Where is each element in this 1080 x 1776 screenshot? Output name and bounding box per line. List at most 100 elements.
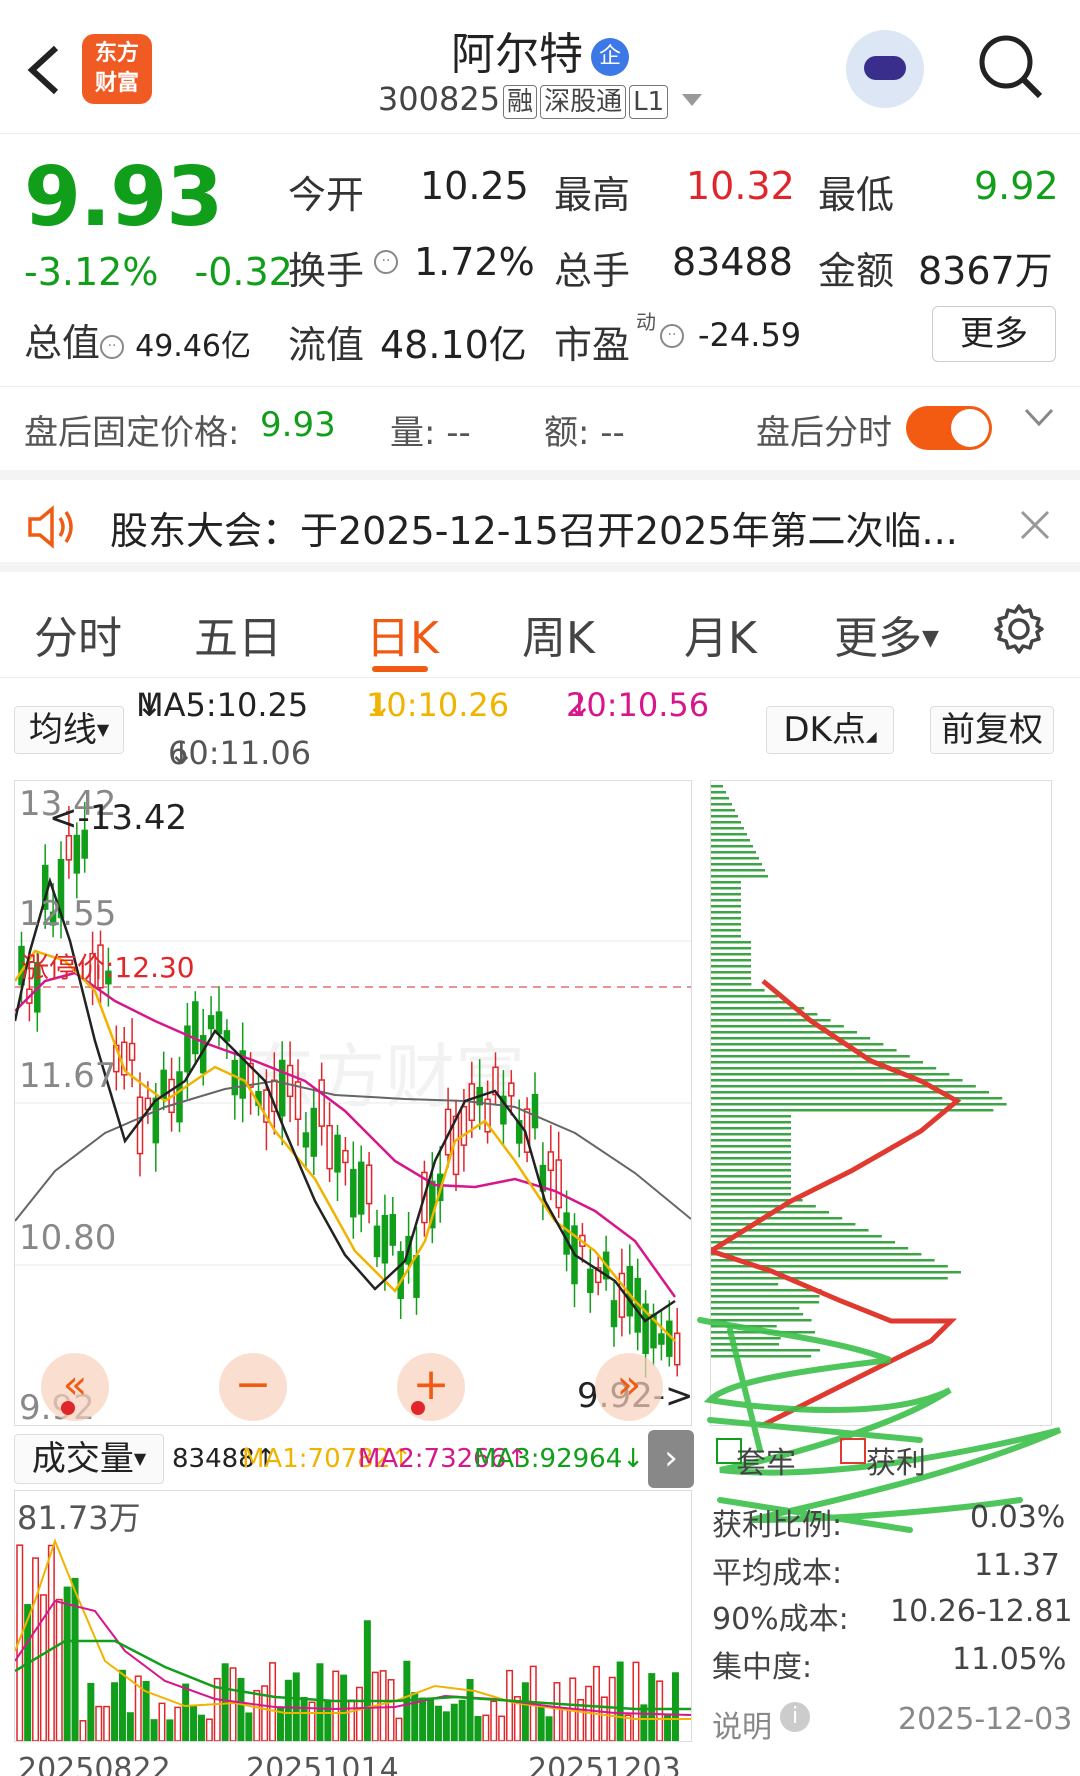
chip-bars <box>711 785 1007 1358</box>
volume-bar <box>442 1711 450 1741</box>
scroll-left-icon[interactable]: « <box>41 1353 109 1421</box>
ma-selector[interactable]: 均线▼ <box>14 706 124 754</box>
pe-dynamic-sup: 动 <box>636 310 656 334</box>
volume-bar <box>166 1719 174 1741</box>
kline-chart-area[interactable]: 东方财富 13.42 <-13.42 12.55 涨停价:12.30 11.67… <box>14 780 692 1426</box>
search-icon[interactable] <box>976 32 1044 100</box>
tab-timeshare[interactable]: 分时 <box>34 602 122 666</box>
explain-label[interactable]: 说明 <box>712 1702 772 1746</box>
more-quote-button[interactable]: 更多 <box>932 306 1056 362</box>
candle-body <box>207 1015 215 1030</box>
chip-bar <box>711 863 762 866</box>
chevron-down-icon[interactable] <box>1022 401 1056 441</box>
expand-panel-arrow-icon[interactable]: › <box>648 1430 694 1488</box>
candle-body <box>365 1164 373 1205</box>
event-dot[interactable] <box>61 1401 75 1415</box>
chip-bar <box>711 917 741 920</box>
info-dot-icon[interactable]: ·· <box>100 335 125 359</box>
chip-bar <box>711 923 741 926</box>
chip-bar <box>711 1205 816 1208</box>
candle-body <box>563 1212 570 1255</box>
volume-bar <box>237 1677 245 1741</box>
volume-ma3-text: MA3:92964 <box>474 1444 623 1474</box>
down-arrow-icon: ↓ <box>136 686 163 724</box>
assistant-robot-icon[interactable] <box>846 30 924 108</box>
chip-bar <box>711 929 741 932</box>
scroll-right-icon[interactable]: » <box>595 1353 663 1421</box>
dropdown-triangle-icon: ▼ <box>133 1449 147 1468</box>
chip-bar <box>711 1283 779 1286</box>
chip-bar <box>711 1073 950 1076</box>
volume-bar <box>103 1705 111 1741</box>
high-value: 10.32 <box>686 164 795 208</box>
candle-body <box>176 1071 183 1123</box>
volume-chart-area[interactable]: 81.73万 <box>14 1490 692 1742</box>
chip-bar <box>711 1241 895 1244</box>
volume-bar <box>284 1679 292 1741</box>
after-hours-toggle[interactable] <box>906 406 992 450</box>
close-icon[interactable] <box>1018 508 1052 546</box>
zoom-in-icon[interactable]: + <box>397 1353 465 1421</box>
dropdown-triangle-icon[interactable] <box>682 94 703 106</box>
tab-daily-k[interactable]: 日K <box>366 602 439 666</box>
chip-bar <box>711 1007 805 1010</box>
dk-point-button[interactable]: DK点◢ <box>766 706 894 754</box>
chip-bar <box>711 887 741 890</box>
chip-bar <box>711 1139 791 1142</box>
total-mcap: 总值 ·· 49.46亿 <box>24 312 251 367</box>
candle-body <box>587 1268 594 1294</box>
candle-body <box>278 1059 286 1117</box>
adjust-forward-button[interactable]: 前复权 <box>930 706 1054 754</box>
chip-bar <box>711 971 751 974</box>
app-root: 东方 财富 阿尔特企 300825 融深股通 L1 9.93 -3.12% -0.3… <box>0 0 1080 1776</box>
low-value: 9.92 <box>974 164 1059 208</box>
settings-gear-icon[interactable] <box>992 602 1046 660</box>
after-hours-volume: 量: -- <box>390 413 471 453</box>
zoom-out-icon[interactable]: − <box>219 1353 287 1421</box>
enterprise-badge-icon: 企 <box>591 38 629 76</box>
event-dot[interactable] <box>411 1401 425 1415</box>
chip-bar <box>711 1193 791 1196</box>
notice-banner[interactable]: 股东大会：于2025-12-15召开2025年第二次临... <box>0 470 1080 572</box>
chip-bar <box>711 1217 843 1220</box>
chip-date: 2025-12-03 <box>898 1702 1073 1737</box>
volume-bar <box>537 1705 545 1741</box>
chip-bar <box>711 1127 791 1130</box>
info-icon[interactable]: i <box>780 1702 810 1732</box>
volume-bar <box>434 1705 442 1741</box>
volume-bar <box>561 1708 569 1741</box>
volume-bar <box>245 1712 253 1741</box>
volume-bar <box>419 1697 427 1741</box>
chip-bar <box>711 1133 791 1136</box>
tab-five-day[interactable]: 五日 <box>194 602 282 666</box>
profit-ratio-label: 获利比例: <box>712 1508 843 1543</box>
tag-margin: 融 <box>503 85 538 119</box>
chip-bar <box>711 1253 922 1256</box>
info-dot-icon[interactable]: ·· <box>374 250 398 274</box>
chip-bar <box>711 1043 884 1046</box>
avg-cost-label: 平均成本: <box>712 1556 843 1591</box>
notice-text: 股东大会：于2025-12-15召开2025年第二次临... <box>110 509 958 553</box>
candle-body <box>184 1025 191 1073</box>
volume-indicator-selector[interactable]: 成交量▼ <box>14 1434 164 1484</box>
info-dot-icon[interactable]: ·· <box>660 324 684 348</box>
chip-bar <box>711 1247 909 1250</box>
profit-legend-swatch <box>840 1438 866 1464</box>
candle-body <box>381 1214 389 1264</box>
volume-bar <box>174 1706 182 1741</box>
volume-bar <box>111 1682 119 1741</box>
candle-body <box>531 1093 539 1129</box>
trapped-legend: 套牢 <box>736 1446 796 1481</box>
chip-bar <box>711 1055 910 1058</box>
candle-body <box>618 1272 626 1318</box>
volume-bar <box>387 1679 395 1741</box>
tab-weekly-k[interactable]: 周K <box>522 602 595 666</box>
chip-bar <box>711 1289 822 1292</box>
volume-bar <box>363 1620 371 1741</box>
tab-monthly-k[interactable]: 月K <box>684 602 757 666</box>
volume-bar <box>197 1714 205 1741</box>
tab-more[interactable]: 更多▼ <box>834 602 939 666</box>
chip-bar <box>711 1187 791 1190</box>
volume-bar <box>506 1669 514 1741</box>
candle-body <box>547 1151 555 1172</box>
